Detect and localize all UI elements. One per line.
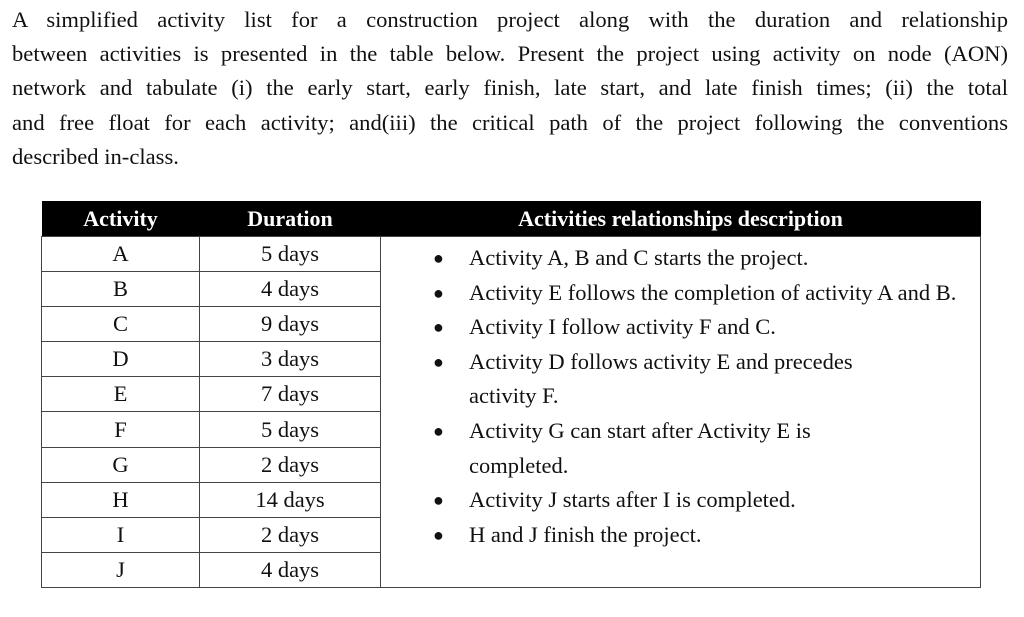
header-duration: Duration: [199, 201, 381, 237]
duration-cell: 2 days: [199, 446, 381, 483]
activity-cell: A: [41, 235, 200, 273]
question-paragraph: A simplified activity list for a constru…: [12, 3, 1008, 174]
header-activity: Activity: [41, 201, 200, 237]
bullet-icon: ●: [433, 524, 444, 545]
list-item: ● Activity A, B and C starts the project.: [381, 241, 959, 276]
question-line: and free float for each activity; and(ii…: [12, 109, 1008, 135]
question-line: between activities is presented in the t…: [12, 41, 1008, 67]
relationships-cell: ● Activity A, B and C starts the project.…: [380, 236, 981, 588]
list-item: ● H and J finish the project.: [381, 518, 959, 553]
relationship-text: Activity I follow activity F and C.: [469, 314, 776, 340]
activity-cell: E: [41, 376, 200, 413]
duration-cell: 5 days: [199, 235, 381, 273]
duration-cell: 2 days: [199, 516, 381, 553]
bullet-icon: ●: [433, 490, 444, 511]
table-header-row: Activity Duration Activities relationshi…: [41, 201, 981, 237]
activity-cell: D: [41, 341, 200, 378]
activity-cell: H: [41, 481, 200, 518]
bullet-icon: ●: [433, 351, 444, 372]
table-row: A 5 days ● Activity A, B and C starts the…: [41, 235, 981, 588]
relationship-text: Activity A, B and C starts the project.: [469, 245, 809, 270]
activity-table: Activity Duration Activities relationshi…: [41, 201, 981, 588]
activity-cell: G: [41, 446, 200, 483]
question-line: described in-class.: [12, 143, 179, 169]
duration-cell: 4 days: [199, 271, 381, 308]
activity-cell: F: [41, 411, 200, 448]
bullet-icon: ●: [433, 317, 444, 338]
question-line: A simplified activity list for a constru…: [12, 7, 1008, 32]
relationship-text: Activity J starts after I is completed.: [469, 487, 796, 513]
duration-cell: 7 days: [199, 376, 381, 413]
question-line: network and tabulate (i) the early start…: [12, 75, 1008, 101]
list-item: ● Activity D follows activity E and prece…: [381, 345, 919, 414]
activity-cell: B: [41, 271, 200, 308]
bullet-icon: ●: [433, 420, 444, 441]
duration-cell: 4 days: [199, 551, 381, 588]
duration-cell: 5 days: [199, 411, 381, 448]
duration-cell: 9 days: [199, 306, 381, 343]
relationship-text: H and J finish the project.: [469, 521, 702, 547]
activity-cell: J: [41, 551, 200, 588]
bullet-icon: ●: [433, 282, 444, 303]
list-item: ● Activity G can start after Activity E i…: [381, 414, 889, 483]
bullet-icon: ●: [433, 248, 444, 268]
duration-cell: 14 days: [199, 481, 381, 518]
list-item: ● Activity I follow activity F and C.: [381, 310, 959, 345]
list-item: ● Activity J starts after I is completed.: [381, 483, 959, 518]
relationship-text: Activity E follows the completion of act…: [469, 279, 957, 305]
activity-cell: C: [41, 306, 200, 343]
activity-cell: I: [41, 516, 200, 553]
duration-cell: 3 days: [199, 341, 381, 378]
relationship-text: Activity D follows activity E and preced…: [469, 348, 853, 409]
relationships-list: ● Activity A, B and C starts the project.…: [381, 237, 980, 552]
relationship-text: Activity G can start after Activity E is…: [469, 417, 811, 478]
header-relationships: Activities relationships description: [380, 201, 981, 237]
list-item: ● Activity E follows the completion of ac…: [381, 276, 959, 311]
